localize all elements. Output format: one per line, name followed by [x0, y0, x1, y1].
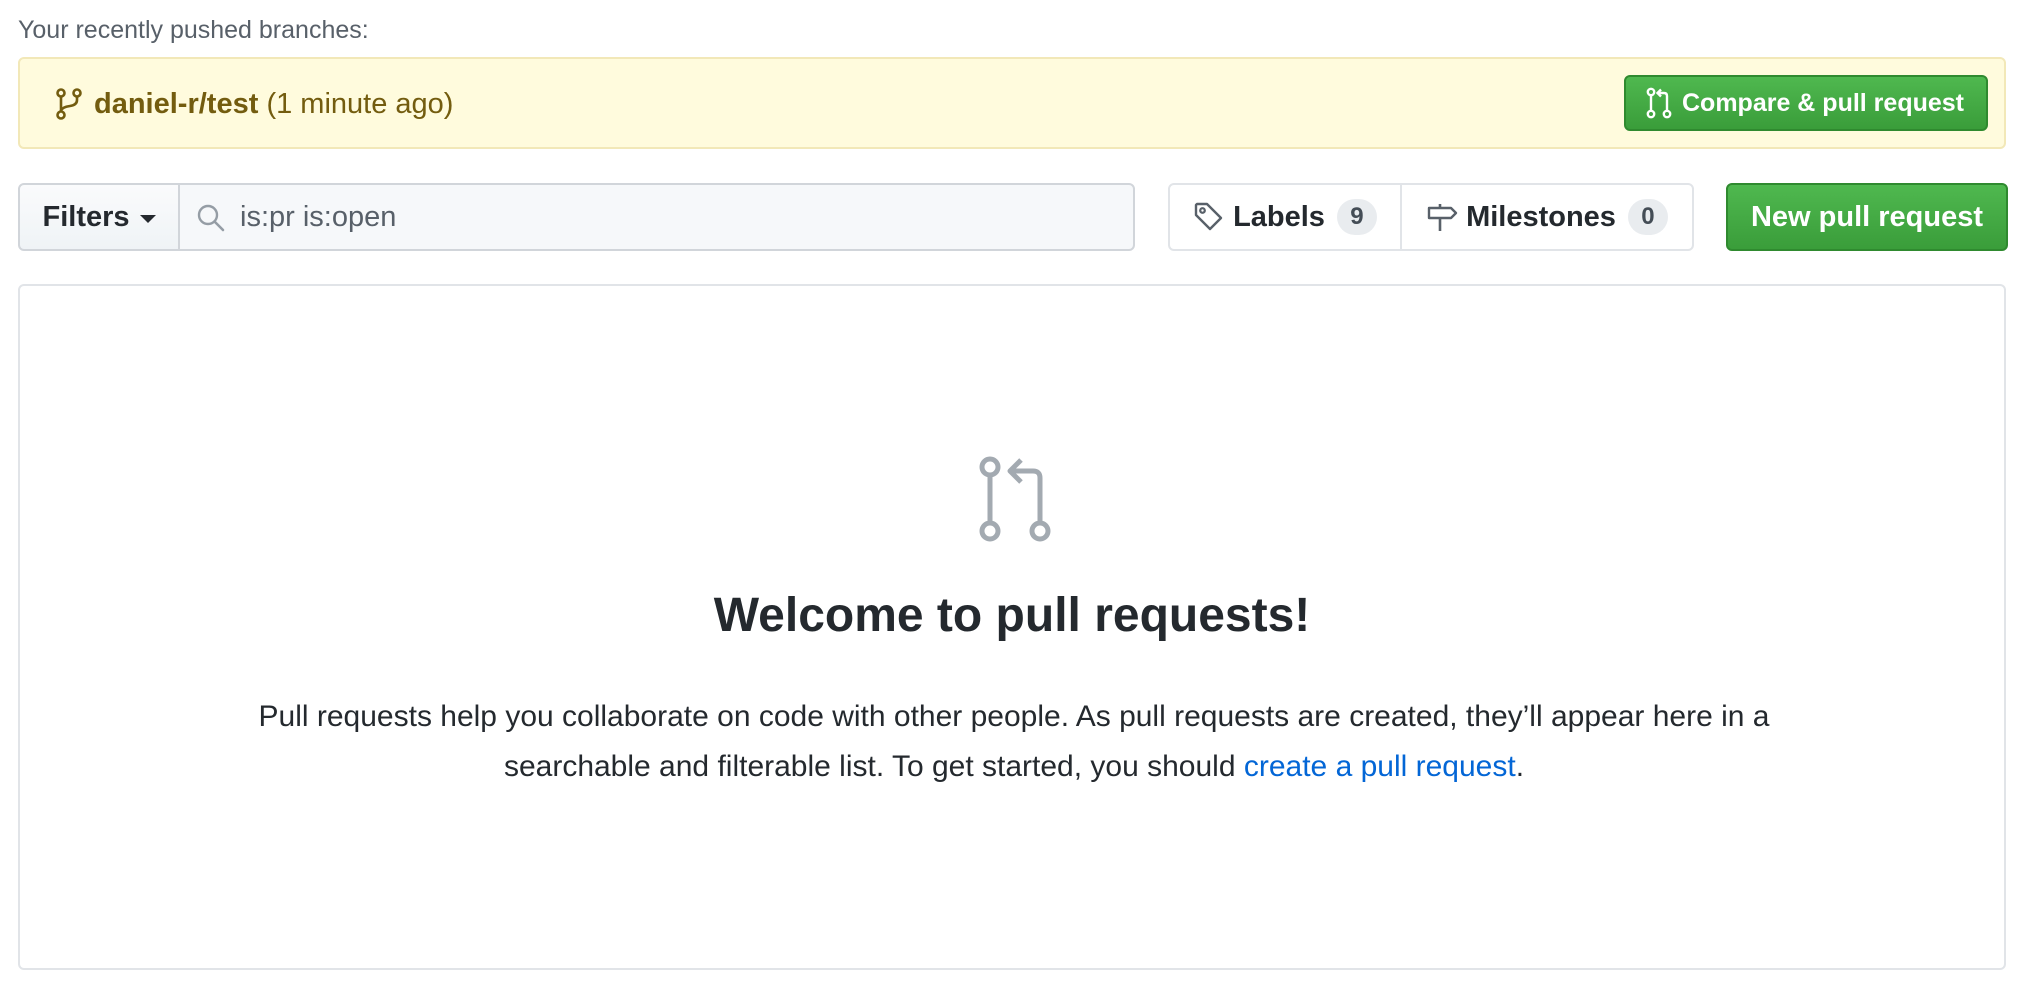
milestone-icon: [1427, 204, 1458, 231]
create-pull-request-link[interactable]: create a pull request: [1244, 750, 1516, 783]
filters-label: Filters: [42, 200, 130, 233]
tag-icon: [1194, 202, 1223, 231]
labels-nav-button[interactable]: Labels 9: [1170, 185, 1402, 249]
milestones-label: Milestones: [1466, 200, 1616, 233]
blankslate-description: Pull requests help you collaborate on co…: [220, 692, 1808, 792]
blankslate-description-text: Pull requests help you collaborate on co…: [258, 700, 1770, 783]
blankslate-title: Welcome to pull requests!: [713, 589, 1311, 642]
recent-branches-heading: Your recently pushed branches:: [18, 16, 369, 44]
caret-down-icon: [139, 215, 156, 223]
new-pull-request-button[interactable]: New pull request: [1726, 183, 2008, 251]
compare-pull-request-button[interactable]: Compare & pull request: [1624, 75, 1988, 131]
recent-branch-banner: daniel-r/test (1 minute ago) Compare & p…: [18, 57, 2006, 149]
filters-dropdown-button[interactable]: Filters: [18, 183, 180, 251]
git-pull-request-icon: [1646, 87, 1672, 119]
branch-name-link[interactable]: daniel-r/test: [94, 88, 258, 120]
labels-label: Labels: [1233, 200, 1325, 233]
labels-milestones-nav: Labels 9 Milestones 0: [1168, 183, 1694, 251]
branch-time-ago: (1 minute ago): [266, 88, 454, 120]
branch-info: daniel-r/test (1 minute ago): [94, 85, 453, 123]
blankslate-description-end: .: [1515, 750, 1525, 783]
milestones-nav-button[interactable]: Milestones 0: [1402, 185, 1692, 249]
search-input[interactable]: [240, 185, 1120, 249]
labels-count-badge: 9: [1336, 199, 1377, 235]
git-pull-request-icon: [979, 456, 1051, 542]
compare-pull-request-label: Compare & pull request: [1682, 88, 1964, 117]
search-box: [178, 183, 1135, 251]
milestones-count-badge: 0: [1627, 199, 1668, 235]
search-icon: [197, 204, 225, 232]
git-branch-icon: [56, 88, 82, 120]
pull-requests-blankslate: Welcome to pull requests! Pull requests …: [18, 284, 2006, 970]
